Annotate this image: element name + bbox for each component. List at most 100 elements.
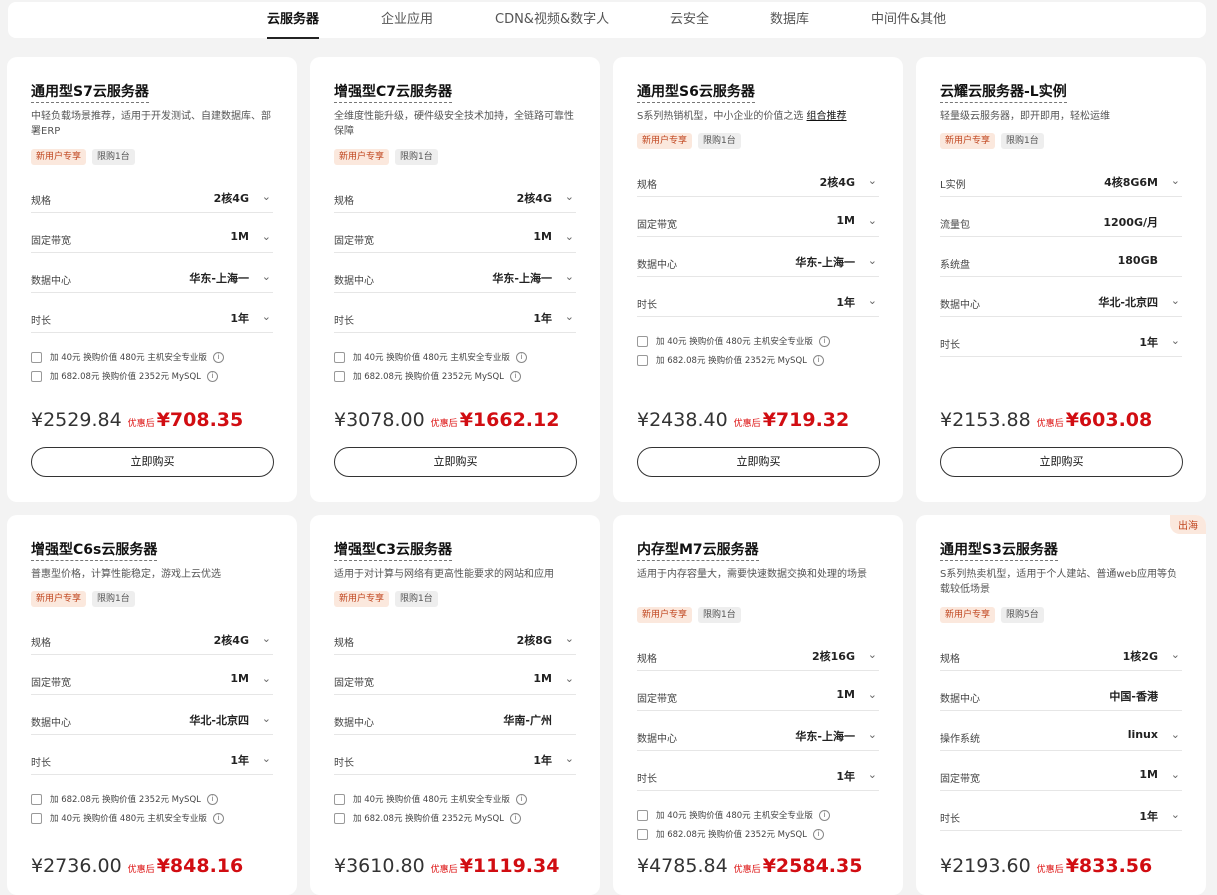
info-icon[interactable]: i bbox=[509, 370, 521, 382]
info-icon[interactable]: i bbox=[206, 370, 218, 382]
combo-recommend-link[interactable]: 组合推荐 bbox=[807, 111, 847, 122]
info-icon[interactable]: i bbox=[812, 354, 824, 366]
spec-row[interactable]: 操作系统 linux ⌄ bbox=[940, 724, 1182, 751]
buy-now-button[interactable]: 立即购买 bbox=[637, 447, 880, 477]
spec-row[interactable]: 数据中心 华东-上海一 ⌄ bbox=[334, 266, 576, 293]
addon-option[interactable]: 加 682.08元 换购价值 2352元 MySQL i bbox=[637, 828, 824, 840]
info-icon[interactable]: i bbox=[818, 335, 830, 347]
addon-checkbox[interactable] bbox=[637, 809, 648, 821]
spec-row[interactable]: 数据中心 华东-上海一 ⌄ bbox=[637, 250, 879, 277]
tab-middleware[interactable]: 中间件&其他 bbox=[871, 2, 946, 38]
chevron-down-icon[interactable]: ⌄ bbox=[262, 672, 271, 685]
spec-row[interactable]: 系统盘 180GB bbox=[940, 250, 1182, 277]
addon-checkbox[interactable] bbox=[637, 354, 648, 366]
info-icon[interactable]: i bbox=[212, 351, 224, 363]
info-icon[interactable]: i bbox=[515, 351, 527, 363]
addon-option[interactable]: 加 40元 换购价值 480元 主机安全专业版 i bbox=[31, 351, 224, 363]
spec-row[interactable]: 固定带宽 1M ⌄ bbox=[31, 226, 273, 253]
spec-row[interactable]: 固定带宽 1M ⌄ bbox=[334, 668, 576, 695]
spec-row[interactable]: 时长 1年 ⌄ bbox=[637, 290, 879, 317]
chevron-down-icon[interactable]: ⌄ bbox=[565, 752, 574, 765]
spec-row[interactable]: 固定带宽 1M ⌄ bbox=[31, 668, 273, 695]
spec-row[interactable]: 数据中心 华北-北京四 ⌄ bbox=[940, 290, 1182, 317]
product-title[interactable]: 通用型S6云服务器 bbox=[637, 81, 755, 103]
chevron-down-icon[interactable]: ⌄ bbox=[868, 254, 877, 267]
chevron-down-icon[interactable]: ⌄ bbox=[262, 230, 271, 243]
chevron-down-icon[interactable]: ⌄ bbox=[868, 768, 877, 781]
addon-option[interactable]: 加 40元 换购价值 480元 主机安全专业版 i bbox=[334, 793, 527, 805]
tab-cdn-video[interactable]: CDN&视频&数字人 bbox=[495, 2, 609, 38]
chevron-down-icon[interactable]: ⌄ bbox=[565, 672, 574, 685]
chevron-down-icon[interactable]: ⌄ bbox=[1171, 294, 1180, 307]
spec-row[interactable]: 固定带宽 1M ⌄ bbox=[637, 684, 879, 711]
chevron-down-icon[interactable]: ⌄ bbox=[868, 174, 877, 187]
addon-option[interactable]: 加 682.08元 换购价值 2352元 MySQL i bbox=[31, 793, 218, 805]
chevron-down-icon[interactable]: ⌄ bbox=[868, 294, 877, 307]
addon-checkbox[interactable] bbox=[334, 370, 345, 382]
spec-row[interactable]: 规格 1核2G ⌄ bbox=[940, 644, 1182, 671]
product-title[interactable]: 通用型S7云服务器 bbox=[31, 81, 149, 103]
spec-row[interactable]: 时长 1年 ⌄ bbox=[31, 306, 273, 333]
info-icon[interactable]: i bbox=[206, 793, 218, 805]
addon-checkbox[interactable] bbox=[637, 828, 648, 840]
buy-now-button[interactable]: 立即购买 bbox=[31, 447, 274, 477]
chevron-down-icon[interactable]: ⌄ bbox=[868, 688, 877, 701]
spec-row[interactable]: 时长 1年 ⌄ bbox=[31, 748, 273, 775]
chevron-down-icon[interactable]: ⌄ bbox=[1171, 174, 1180, 187]
tab-database[interactable]: 数据库 bbox=[770, 2, 809, 38]
product-title[interactable]: 增强型C3云服务器 bbox=[334, 539, 453, 561]
spec-row[interactable]: 时长 1年 ⌄ bbox=[940, 330, 1182, 357]
product-title[interactable]: 内存型M7云服务器 bbox=[637, 539, 759, 561]
buy-now-button[interactable]: 立即购买 bbox=[940, 447, 1183, 477]
spec-row[interactable]: 数据中心 华北-北京四 ⌄ bbox=[31, 708, 273, 735]
addon-checkbox[interactable] bbox=[334, 351, 345, 363]
product-title[interactable]: 增强型C7云服务器 bbox=[334, 81, 453, 103]
addon-checkbox[interactable] bbox=[31, 370, 42, 382]
spec-row[interactable]: 流量包 1200G/月 bbox=[940, 210, 1182, 237]
chevron-down-icon[interactable]: ⌄ bbox=[262, 632, 271, 645]
chevron-down-icon[interactable]: ⌄ bbox=[868, 648, 877, 661]
tab-enterprise-apps[interactable]: 企业应用 bbox=[381, 2, 433, 38]
addon-checkbox[interactable] bbox=[637, 335, 648, 347]
spec-row[interactable]: 规格 2核4G ⌄ bbox=[31, 628, 273, 655]
addon-option[interactable]: 加 682.08元 换购价值 2352元 MySQL i bbox=[637, 354, 824, 366]
chevron-down-icon[interactable]: ⌄ bbox=[1171, 808, 1180, 821]
spec-row[interactable]: 规格 2核4G ⌄ bbox=[637, 170, 879, 197]
addon-checkbox[interactable] bbox=[334, 812, 345, 824]
addon-checkbox[interactable] bbox=[31, 351, 42, 363]
spec-row[interactable]: 时长 1年 ⌄ bbox=[334, 748, 576, 775]
chevron-down-icon[interactable]: ⌄ bbox=[565, 230, 574, 243]
spec-row[interactable]: 规格 2核4G ⌄ bbox=[334, 186, 576, 213]
spec-row[interactable]: 规格 2核16G ⌄ bbox=[637, 644, 879, 671]
product-title[interactable]: 通用型S3云服务器 bbox=[940, 539, 1058, 561]
addon-option[interactable]: 加 682.08元 换购价值 2352元 MySQL i bbox=[334, 370, 521, 382]
spec-row[interactable]: 时长 1年 ⌄ bbox=[940, 804, 1182, 831]
spec-row[interactable]: 数据中心 华东-上海一 ⌄ bbox=[637, 724, 879, 751]
chevron-down-icon[interactable]: ⌄ bbox=[1171, 728, 1180, 741]
spec-row[interactable]: 时长 1年 ⌄ bbox=[637, 764, 879, 791]
chevron-down-icon[interactable]: ⌄ bbox=[868, 728, 877, 741]
addon-checkbox[interactable] bbox=[31, 812, 42, 824]
chevron-down-icon[interactable]: ⌄ bbox=[262, 270, 271, 283]
addon-option[interactable]: 加 682.08元 换购价值 2352元 MySQL i bbox=[31, 370, 218, 382]
addon-checkbox[interactable] bbox=[31, 793, 42, 805]
spec-row[interactable]: 固定带宽 1M ⌄ bbox=[334, 226, 576, 253]
addon-option[interactable]: 加 40元 换购价值 480元 主机安全专业版 i bbox=[637, 335, 830, 347]
info-icon[interactable]: i bbox=[509, 812, 521, 824]
tab-cloud-security[interactable]: 云安全 bbox=[670, 2, 709, 38]
info-icon[interactable]: i bbox=[818, 809, 830, 821]
chevron-down-icon[interactable]: ⌄ bbox=[1171, 648, 1180, 661]
info-icon[interactable]: i bbox=[212, 812, 224, 824]
spec-row[interactable]: 数据中心 华南-广州 bbox=[334, 708, 576, 735]
chevron-down-icon[interactable]: ⌄ bbox=[565, 310, 574, 323]
addon-option[interactable]: 加 40元 换购价值 480元 主机安全专业版 i bbox=[637, 809, 830, 821]
chevron-down-icon[interactable]: ⌄ bbox=[1171, 768, 1180, 781]
spec-row[interactable]: 固定带宽 1M ⌄ bbox=[940, 764, 1182, 791]
product-title[interactable]: 增强型C6s云服务器 bbox=[31, 539, 158, 561]
chevron-down-icon[interactable]: ⌄ bbox=[262, 190, 271, 203]
addon-option[interactable]: 加 682.08元 换购价值 2352元 MySQL i bbox=[334, 812, 521, 824]
chevron-down-icon[interactable]: ⌄ bbox=[262, 310, 271, 323]
spec-row[interactable]: 时长 1年 ⌄ bbox=[334, 306, 576, 333]
info-icon[interactable]: i bbox=[812, 828, 824, 840]
spec-row[interactable]: L实例 4核8G6M ⌄ bbox=[940, 170, 1182, 197]
